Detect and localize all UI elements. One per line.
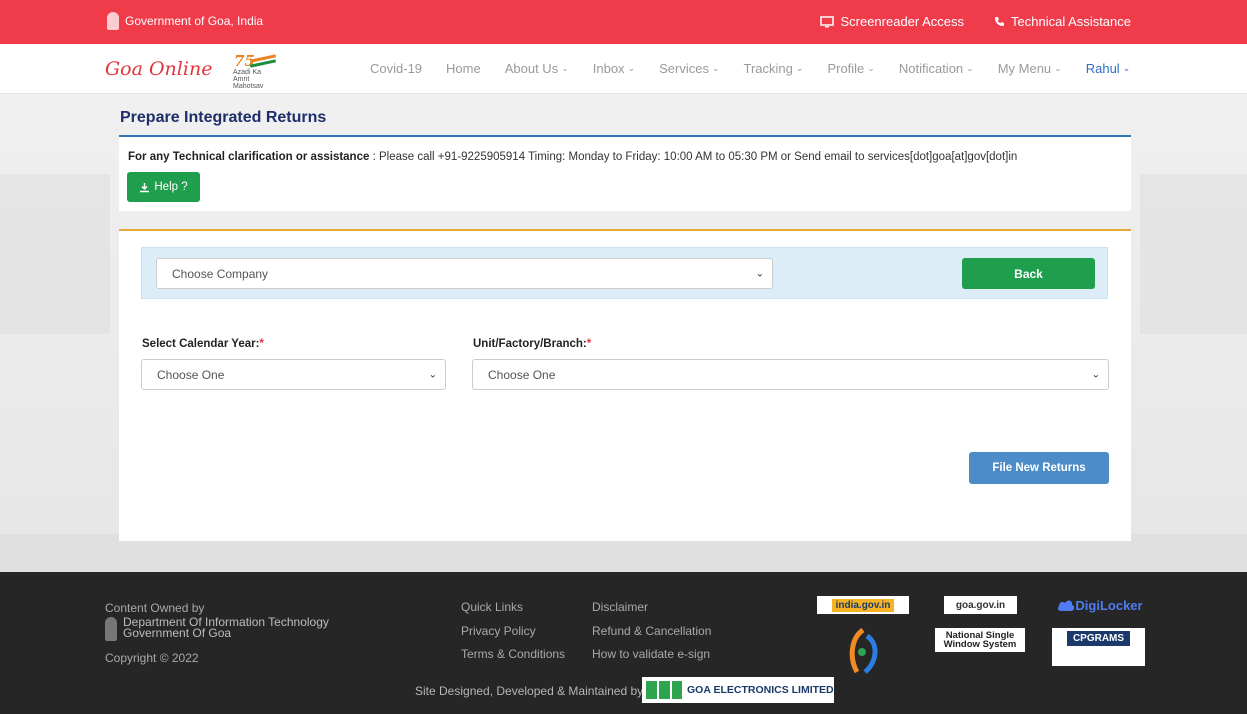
- cpgrams-logo[interactable]: CPGRAMS: [1052, 628, 1145, 666]
- azadi-ka-amrit-mahotsav-logo: 75 Azadi Ka Amrit Mahotsav: [230, 52, 278, 90]
- technical-assistance-link[interactable]: Technical Assistance: [994, 14, 1131, 29]
- footer-link-validate-esign[interactable]: How to validate e-sign: [592, 647, 710, 661]
- footer-link-refund[interactable]: Refund & Cancellation: [592, 624, 711, 638]
- national-single-window-logo[interactable]: National Single Window System: [935, 628, 1025, 652]
- copyright: Copyright © 2022: [105, 651, 199, 665]
- company-select[interactable]: Choose Company ⌄: [156, 258, 773, 289]
- chevron-down-icon: ⌄: [966, 63, 974, 73]
- content-owned-label: Content Owned by: [105, 601, 205, 615]
- company-select-value: Choose Company: [172, 266, 269, 281]
- assistance-info: For any Technical clarification or assis…: [128, 151, 1018, 163]
- unit-branch-value: Choose One: [488, 367, 556, 382]
- digital-india-logo[interactable]: [818, 627, 908, 675]
- footer-link-quick-links[interactable]: Quick Links: [461, 600, 523, 614]
- government-name: Government Of Goa: [123, 626, 232, 640]
- nav-item-user[interactable]: Rahul ⌄: [1086, 61, 1131, 76]
- unit-branch-select[interactable]: Choose One ⌄: [472, 359, 1109, 390]
- chevron-down-icon: ⌄: [1054, 63, 1062, 73]
- chevron-down-icon: ⌄: [1091, 369, 1100, 380]
- nav-item-about-us[interactable]: About Us ⌄: [505, 61, 569, 76]
- calendar-year-select[interactable]: Choose One ⌄: [141, 359, 446, 390]
- screenreader-label: Screenreader Access: [840, 14, 965, 29]
- technical-assistance-label: Technical Assistance: [1011, 14, 1131, 29]
- chevron-down-icon: ⌄: [1122, 63, 1131, 73]
- nav-item-notification[interactable]: Notification ⌄: [899, 61, 974, 76]
- nav-item-my-menu[interactable]: My Menu ⌄: [998, 61, 1062, 76]
- goa-online-logo[interactable]: Goa Online: [105, 58, 212, 80]
- footer-link-disclaimer[interactable]: Disclaimer: [592, 600, 648, 614]
- government-text: Government of Goa, India: [125, 14, 264, 28]
- gel-name: GOA ELECTRONICS LIMITED: [687, 684, 834, 696]
- footer-link-privacy-policy[interactable]: Privacy Policy: [461, 624, 536, 638]
- chevron-down-icon: ⌄: [561, 63, 569, 73]
- page-title: Prepare Integrated Returns: [120, 109, 327, 126]
- main-navbar: Goa Online 75 Azadi Ka Amrit Mahotsav Co…: [0, 44, 1247, 94]
- department-block: Department Of Information Technology Gov…: [105, 616, 329, 641]
- nav-item-covid[interactable]: Covid-19: [370, 61, 422, 76]
- nav-item-inbox[interactable]: Inbox ⌄: [593, 61, 635, 76]
- chevron-down-icon: ⌄: [627, 63, 636, 73]
- site-developed-by: Site Designed, Developed & Maintained by: [415, 684, 644, 698]
- calendar-year-value: Choose One: [157, 367, 225, 382]
- emblem-icon: [105, 617, 117, 641]
- chevron-down-icon: ⌄: [755, 268, 764, 279]
- emblem-icon: [107, 12, 119, 30]
- download-icon: [140, 182, 150, 192]
- azadi-text: Azadi Ka Amrit Mahotsav: [233, 69, 264, 90]
- footer: Content Owned by Department Of Informati…: [0, 572, 1247, 714]
- screenreader-link[interactable]: Screenreader Access: [820, 14, 964, 29]
- india-gov-logo[interactable]: india.gov.in: [817, 596, 909, 614]
- government-label: Government of Goa, India: [107, 12, 263, 30]
- chevron-down-icon: ⌄: [867, 63, 875, 73]
- company-filter-bar: Choose Company ⌄ Back: [141, 247, 1108, 299]
- chevron-down-icon: ⌄: [428, 369, 437, 380]
- assistance-text: Please call +91-9225905914 Timing: Monda…: [378, 151, 1018, 163]
- help-label: Help ?: [154, 181, 188, 193]
- goa-gov-logo[interactable]: goa.gov.in: [944, 596, 1017, 614]
- top-bar: Government of Goa, India Screenreader Ac…: [0, 0, 1247, 44]
- goa-electronics-logo[interactable]: GOA ELECTRONICS LIMITED: [642, 677, 834, 703]
- unit-branch-label: Unit/Factory/Branch:*: [473, 338, 592, 350]
- returns-form-card: Choose Company ⌄ Back Select Calendar Ye…: [119, 229, 1131, 541]
- assistance-label: For any Technical clarification or assis…: [128, 151, 370, 163]
- phone-icon: [995, 17, 1005, 26]
- cloud-icon: [1058, 600, 1075, 611]
- back-button[interactable]: Back: [962, 258, 1095, 289]
- digilocker-logo[interactable]: DigiLocker: [1054, 594, 1146, 616]
- chevron-down-icon: ⌄: [795, 63, 804, 73]
- file-new-returns-button[interactable]: File New Returns: [969, 452, 1109, 484]
- monitor-icon: [820, 15, 835, 27]
- nav-item-profile[interactable]: Profile ⌄: [827, 61, 874, 76]
- nav-menu: Covid-19 Home About Us ⌄ Inbox ⌄ Services ⌄…: [370, 61, 1130, 76]
- footer-link-terms[interactable]: Terms & Conditions: [461, 647, 565, 661]
- nav-item-services[interactable]: Services ⌄: [659, 61, 719, 76]
- assistance-card: For any Technical clarification or assis…: [119, 135, 1131, 211]
- gel-mark-icon: [646, 681, 682, 699]
- nav-item-home[interactable]: Home: [446, 61, 481, 76]
- nav-item-tracking[interactable]: Tracking ⌄: [744, 61, 804, 76]
- calendar-year-label: Select Calendar Year:*: [142, 338, 264, 350]
- chevron-down-icon: ⌄: [711, 63, 720, 73]
- digital-india-icon: [849, 628, 878, 674]
- help-button[interactable]: Help ?: [127, 172, 200, 202]
